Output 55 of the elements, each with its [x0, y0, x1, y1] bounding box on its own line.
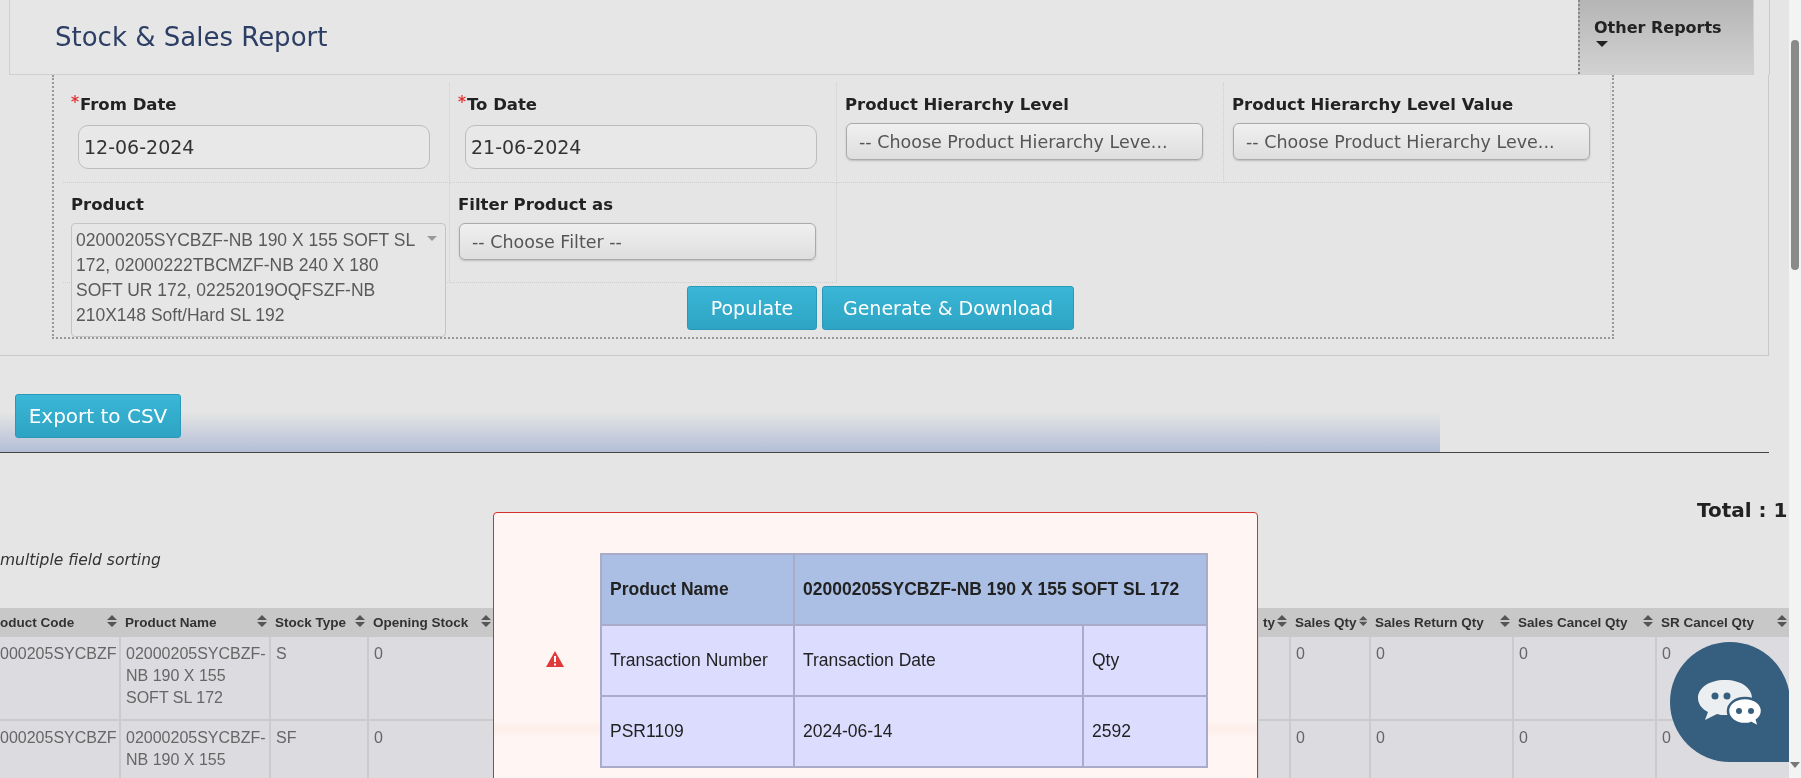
field-label: Product Hierarchy Level — [845, 95, 1069, 114]
scrollbar-thumb[interactable] — [1791, 40, 1799, 270]
field-label: From Date — [80, 95, 177, 114]
column-header[interactable]: ty — [1263, 615, 1275, 630]
table-cell: S — [276, 645, 287, 662]
sort-icon — [107, 615, 117, 627]
sort-icon — [1277, 615, 1287, 627]
date-field[interactable]: 21-06-2024 — [465, 125, 817, 169]
field-label: Product Hierarchy Level Value — [1232, 95, 1514, 114]
date-field[interactable]: 12-06-2024 — [78, 125, 430, 169]
table-cell: 0 — [374, 645, 383, 662]
field-label: Product — [71, 195, 144, 214]
table-cell: Transaction Date — [794, 625, 1083, 696]
caret-icon — [1596, 41, 1608, 47]
product-select[interactable]: 02000205SYCBZF-NB 190 X 155 SOFT SL 172, 02000222TBCMZF-NB 240 X 180 SOFT UR 172, 02252019OQFSZF-NB 210X148 Soft/Hard SL 192 — [71, 223, 446, 337]
table-header-cell: 02000205SYCBZF-NB 190 X 155 SOFT SL 172 — [794, 554, 1207, 625]
scroll-down-icon — [1790, 762, 1800, 768]
table-cell: 0 — [1296, 645, 1305, 662]
sort-icon — [257, 615, 267, 627]
table-cell: 000205SYCBZF — [0, 645, 117, 662]
other-reports-button[interactable]: Other Reports — [1578, 0, 1753, 74]
table-cell: 2592 — [1083, 696, 1207, 767]
sort-icon — [1643, 615, 1653, 627]
page-title: Stock & Sales Report — [55, 22, 328, 52]
field-label: Filter Product as — [458, 195, 614, 214]
table-cell: 0 — [1519, 645, 1528, 662]
table-cell: PSR1109 — [601, 696, 794, 767]
sort-icon — [1500, 615, 1510, 627]
table-cell: 0 — [1376, 645, 1385, 662]
table-cell: 0 — [1296, 729, 1305, 746]
table-cell: 0 — [1662, 645, 1671, 662]
table-cell: Transaction Number — [601, 625, 794, 696]
table-header-cell: Product Name — [601, 554, 794, 625]
warning-icon — [546, 651, 564, 667]
sort-icon — [1777, 615, 1787, 627]
field-label: To Date — [467, 95, 538, 114]
dropdown[interactable]: -- Choose Product Hierarchy Leve... — [846, 123, 1203, 160]
sort-icon — [1358, 615, 1367, 627]
table-cell: 0 — [1376, 729, 1385, 746]
table-cell: 0 — [1662, 729, 1671, 746]
table-cell: 2024-06-14 — [794, 696, 1083, 767]
sort-icon — [355, 615, 365, 627]
caret-icon — [427, 236, 437, 241]
table-cell: 02000205SYCBZF-NB 190 X 155 SOFT SL 172 — [126, 645, 266, 706]
table-cell: 02000205SYCBZF-NB 190 X 155 — [126, 729, 266, 768]
sort-hint: multiple field sorting — [0, 551, 161, 569]
table-cell: 0 — [1519, 729, 1528, 746]
table-cell: SF — [276, 729, 297, 746]
table-cell: 000205SYCBZF — [0, 729, 117, 746]
dropdown[interactable]: -- Choose Filter -- — [459, 223, 816, 260]
sort-icon — [481, 615, 491, 627]
table-cell: Qty — [1083, 625, 1207, 696]
total-count: Total : 1 — [1697, 498, 1788, 522]
table-cell: 0 — [374, 729, 383, 746]
dropdown[interactable]: -- Choose Product Hierarchy Leve... — [1233, 123, 1590, 160]
